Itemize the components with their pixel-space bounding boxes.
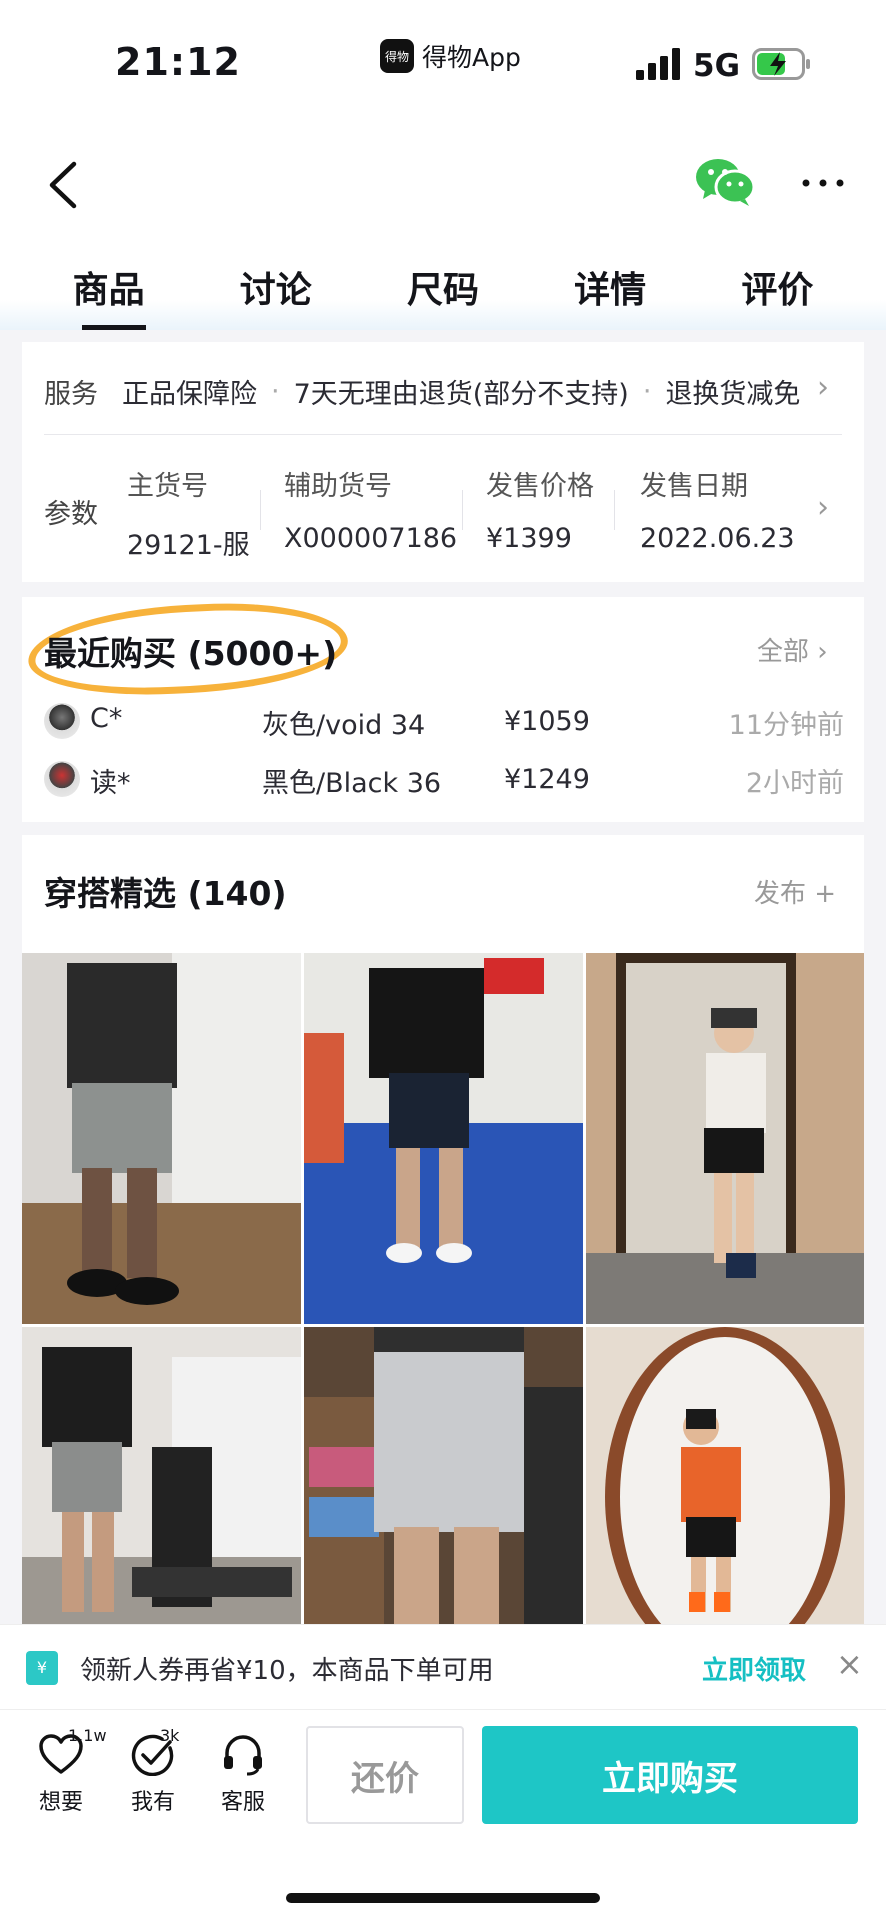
want-count: 1.1w: [68, 1726, 107, 1745]
purchase-spec: 灰色/void 34: [262, 710, 426, 741]
purchase-time: 11分钟前: [728, 710, 844, 741]
close-icon[interactable]: ×: [836, 1645, 863, 1683]
purchase-price: ¥1059: [504, 706, 590, 737]
service-item: 7天无理由退货(部分不支持): [293, 379, 629, 410]
want-button[interactable]: 1.1w 想要: [26, 1726, 107, 1816]
tab-discussion[interactable]: 讨论: [216, 255, 336, 330]
outfit-photo[interactable]: [586, 1327, 864, 1627]
param-label: 主货号: [127, 471, 208, 502]
headset-icon: [224, 1735, 262, 1776]
divider: [44, 434, 842, 435]
service-label: 服务: [44, 379, 98, 410]
service-params-card: 服务 正品保障险 · 7天无理由退货(部分不支持) · 退换货减免 › 参数 主…: [22, 342, 864, 582]
service-item: 退换货减免: [665, 379, 801, 410]
chevron-right-icon[interactable]: ›: [817, 370, 829, 405]
outfit-photo[interactable]: [304, 953, 583, 1324]
param-value: 2022.06.23: [640, 523, 795, 554]
param-label: 辅助货号: [284, 471, 392, 502]
outfit-photo[interactable]: [586, 953, 864, 1324]
tab-size[interactable]: 尺码: [383, 255, 503, 330]
param-col: 主货号 29121-服: [127, 464, 250, 562]
have-button[interactable]: 3k 我有: [118, 1726, 188, 1816]
param-col: 发售价格 ¥1399: [486, 464, 594, 554]
home-indicator[interactable]: [286, 1893, 600, 1903]
purchase-spec: 黑色/Black 36: [262, 768, 442, 799]
outfit-picks-card: 穿搭精选 (140) 发布 +: [22, 835, 864, 1627]
recent-purchases-card: 最近购买 (5000+) 全部 › C* 灰色/void 34 ¥1059 11…: [22, 596, 864, 822]
tab-bar: 商品 讨论 尺码 详情 评价: [0, 255, 886, 330]
coupon-bar: ¥ 领新人券再省¥10，本商品下单可用 立即领取 ×: [0, 1624, 886, 1710]
outfit-photo[interactable]: [304, 1327, 583, 1627]
app-logo-icon: 得物: [380, 39, 414, 73]
purchase-time: 2小时前: [745, 768, 844, 799]
wechat-share-icon[interactable]: [695, 157, 757, 207]
service-row[interactable]: 服务 正品保障险 · 7天无理由退货(部分不支持) · 退换货减免: [44, 372, 834, 411]
bargain-button[interactable]: 还价: [306, 1726, 464, 1824]
customer-service-button[interactable]: 客服: [208, 1734, 278, 1816]
purchase-row: C* 灰色/void 34 ¥1059 11分钟前: [44, 703, 844, 743]
want-label: 想要: [38, 1790, 83, 1815]
service-item: 正品保障险: [122, 379, 257, 410]
params-label: 参数: [44, 499, 98, 530]
bottom-action-bar: 1.1w 想要 3k 我有 客服 还价 立即购买: [0, 1710, 886, 1921]
have-label: 我有: [130, 1790, 175, 1815]
separator-dot: ·: [271, 376, 280, 407]
purchase-price: ¥1249: [504, 764, 590, 795]
divider: [260, 490, 261, 530]
buy-now-button[interactable]: 立即购买: [482, 1726, 858, 1824]
divider: [462, 490, 463, 530]
network-type: 5G: [693, 48, 741, 84]
buyer-name: 读*: [90, 768, 131, 799]
tab-reviews[interactable]: 评价: [717, 255, 837, 330]
app-indicator: 得物 得物App: [380, 38, 521, 74]
battery-charging-icon: [752, 48, 810, 80]
claim-coupon-button[interactable]: 立即领取: [702, 1650, 806, 1687]
outfit-photo[interactable]: [22, 1327, 301, 1627]
avatar: [44, 761, 80, 797]
customer-service-label: 客服: [220, 1790, 265, 1815]
avatar: [44, 703, 80, 739]
tab-details[interactable]: 详情: [550, 255, 670, 330]
param-label: 发售日期: [640, 471, 748, 502]
view-all-label: 全部: [757, 637, 810, 667]
outfit-photo[interactable]: [22, 953, 301, 1324]
coupon-text: 领新人券再省¥10，本商品下单可用: [80, 1656, 494, 1686]
divider: [614, 490, 615, 530]
separator-dot: ·: [642, 376, 652, 407]
coupon-icon: ¥: [26, 1651, 58, 1685]
param-col: 辅助货号 X000007186: [284, 464, 457, 554]
view-all-button[interactable]: 全部 ›: [757, 631, 828, 668]
param-value: X000007186: [284, 523, 458, 554]
param-label: 发售价格: [486, 471, 594, 502]
buyer-name: C*: [90, 703, 123, 734]
status-time: 21:12: [115, 40, 241, 84]
back-arrow-icon[interactable]: [46, 160, 80, 210]
param-value: ¥1399: [486, 523, 572, 554]
outfit-title: 穿搭精选 (140): [44, 874, 287, 913]
have-count: 3k: [160, 1726, 180, 1745]
tab-product[interactable]: 商品: [49, 255, 169, 330]
outfit-photo-grid: [22, 953, 864, 1627]
recent-purchases-title: 最近购买 (5000+): [44, 634, 338, 673]
purchase-row: 读* 黑色/Black 36 ¥1249 2小时前: [44, 761, 844, 801]
publish-button[interactable]: 发布 +: [754, 873, 836, 910]
app-name: 得物App: [422, 43, 521, 72]
param-col: 发售日期 2022.06.23: [640, 464, 800, 554]
signal-icon: [636, 48, 680, 80]
param-value: 29121-服: [127, 530, 250, 561]
chevron-right-icon[interactable]: ›: [817, 490, 829, 525]
more-options-icon[interactable]: [800, 168, 846, 198]
